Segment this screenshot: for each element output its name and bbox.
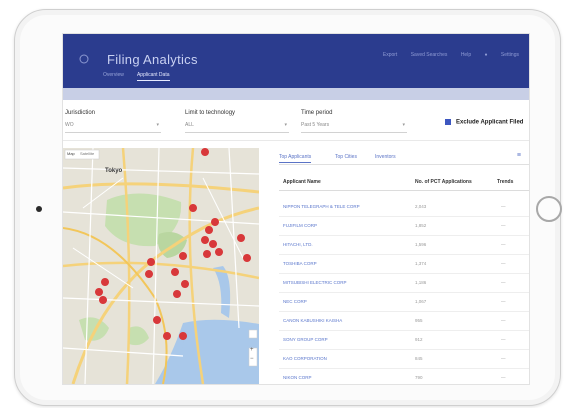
table-row[interactable]: FUJIFILM CORP 1,852 — [279,217,529,236]
chevron-down-icon: ▾ [156,122,159,128]
exclude-label: Exclude Applicant Filed [456,119,524,126]
table-row[interactable]: KAO CORPORATION 845 — [279,350,529,369]
pct-count-cell: 912 [415,337,423,342]
pct-count-cell: 955 [415,318,423,323]
tab-top-cities[interactable]: Top Cities [335,154,357,160]
technology-filter: Limit to technology ALL ▾ [185,110,289,133]
applicant-name-link[interactable]: CANON KABUSHIKI KAISHA [283,318,342,323]
table-row[interactable]: CANON KABUSHIKI KAISHA 955 — [279,312,529,331]
jurisdiction-label: Jurisdiction [65,110,96,116]
header-tabs: Overview Applicant Data [103,72,182,81]
column-trends: Trends [497,179,514,185]
app-header: Filing Analytics Overview Applicant Data… [63,34,529,88]
applicant-name-link[interactable]: HITACHI, LTD. [283,242,313,247]
trend-cell: — [501,318,506,323]
satellite-view-button[interactable]: Satellite [80,151,94,156]
map-view-button[interactable]: Map [67,151,75,156]
time-period-filter: Time period Past 5 Years ▾ [301,110,407,133]
applicant-name-link[interactable]: MITSUBISHI ELECTRIC CORP [283,280,347,285]
table-row[interactable]: NIPPON TELEGRAPH & TELE CORP 2,043 — [279,198,529,217]
pct-count-cell: 1,596 [415,242,427,247]
table-row[interactable]: MITSUBISHI ELECTRIC CORP 1,186 — [279,274,529,293]
applicant-name-link[interactable]: NIKON CORP [283,375,312,380]
export-link[interactable]: Export [383,52,397,58]
header-subbar [63,88,529,100]
table-header: Applicant Name No. of PCT Applications T… [279,176,529,191]
table-row[interactable]: NEC CORP 1,067 — [279,293,529,312]
applicant-name-link[interactable]: NEC CORP [283,299,307,304]
header-tab-overview[interactable]: Overview [103,72,124,78]
pct-count-cell: 790 [415,375,423,380]
tab-inventors[interactable]: Inventors [375,154,396,160]
time-period-label: Time period [301,110,333,116]
trend-cell: — [501,204,506,209]
table-row[interactable]: NIKON CORP 790 — [279,369,529,384]
results-tabs: Top Applicants Top Cities Inventors ≡ [279,152,529,165]
pct-count-cell: 2,043 [415,204,427,209]
pct-count-cell: 1,067 [415,299,427,304]
camera-dot [36,206,42,212]
app-screen: Filing Analytics Overview Applicant Data… [62,33,530,385]
technology-select[interactable]: ALL ▾ [185,122,289,133]
list-menu-icon[interactable]: ≡ [517,152,521,159]
filter-bar: Jurisdiction WO ▾ Limit to technology AL… [63,106,529,141]
help-link[interactable]: Help [461,52,471,58]
trend-cell: — [501,375,506,380]
trend-cell: — [501,261,506,266]
table-row[interactable]: HITACHI, LTD. 1,596 — [279,236,529,255]
trend-cell: — [501,223,506,228]
header-actions: Export Saved Searches Help ● Settings [371,52,519,58]
map-view[interactable]: Map Satellite Tokyo + − [63,148,259,384]
zoom-in-button[interactable]: + [250,347,254,353]
jurisdiction-select[interactable]: WO ▾ [65,122,161,133]
map-city-label: Tokyo [105,168,123,174]
map-canvas[interactable] [63,148,259,384]
applicant-name-link[interactable]: NIPPON TELEGRAPH & TELE CORP [283,204,360,209]
trend-cell: — [501,337,506,342]
time-period-select[interactable]: Past 5 Years ▾ [301,122,407,133]
trend-cell: — [501,280,506,285]
exclude-applicant-toggle[interactable]: Exclude Applicant Filed [445,119,523,126]
chevron-down-icon: ▾ [284,122,287,128]
tab-top-applicants[interactable]: Top Applicants [279,154,312,163]
jurisdiction-filter: Jurisdiction WO ▾ [65,110,161,133]
pct-count-cell: 1,852 [415,223,427,228]
home-button[interactable] [536,196,562,222]
saved-searches-link[interactable]: Saved Searches [411,52,448,58]
trend-cell: — [501,356,506,361]
column-applicant-name[interactable]: Applicant Name [283,179,321,185]
zoom-out-button[interactable]: − [250,356,254,362]
trend-cell: — [501,242,506,247]
settings-link[interactable]: Settings [501,52,519,58]
table-row[interactable]: TOSHIBA CORP 1,374 — [279,255,529,274]
applicant-name-link[interactable]: KAO CORPORATION [283,356,327,361]
applicant-name-link[interactable]: FUJIFILM CORP [283,223,317,228]
chevron-down-icon: ▾ [402,122,405,128]
time-period-value: Past 5 Years [301,122,330,128]
table-row[interactable]: SONY GROUP CORP 912 — [279,331,529,350]
applicant-name-link[interactable]: SONY GROUP CORP [283,337,328,342]
technology-label: Limit to technology [185,110,236,116]
menu-icon[interactable] [79,54,89,64]
pct-count-cell: 1,186 [415,280,427,285]
column-pct-applications[interactable]: No. of PCT Applications [415,179,472,185]
pct-count-cell: 845 [415,356,423,361]
applicant-name-link[interactable]: TOSHIBA CORP [283,261,317,266]
jurisdiction-value: WO [65,122,74,128]
technology-value: ALL [185,122,194,128]
trend-cell: — [501,299,506,304]
header-tab-applicant-data[interactable]: Applicant Data [136,72,170,81]
app-title: Filing Analytics [107,52,198,67]
user-avatar-icon[interactable]: ● [485,52,488,58]
exclude-checkbox[interactable] [445,119,451,125]
pct-count-cell: 1,374 [415,261,427,266]
